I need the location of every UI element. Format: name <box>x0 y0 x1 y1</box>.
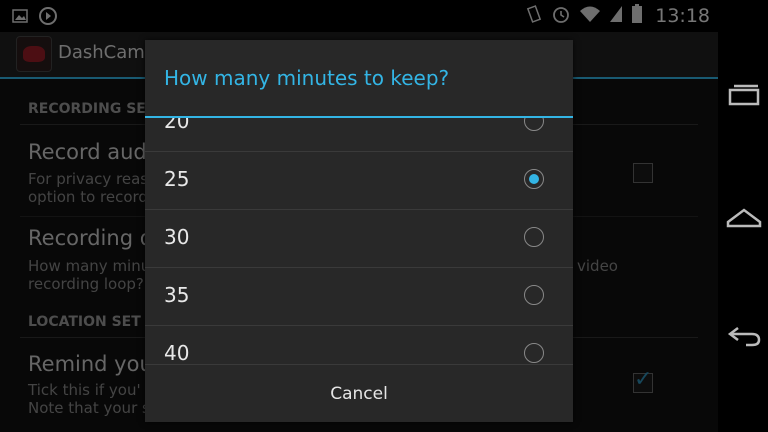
option-row-35[interactable]: 35 <box>145 267 573 325</box>
dialog-title: How many minutes to keep? <box>164 66 450 90</box>
option-row-40[interactable]: 40 <box>145 325 573 364</box>
option-label: 30 <box>164 225 190 249</box>
app-screen: 13:18 DashCam RECORDING SE Record audi F… <box>0 0 718 432</box>
recent-apps-icon <box>728 84 760 106</box>
radio-button[interactable] <box>524 285 544 305</box>
radio-button[interactable] <box>524 118 544 131</box>
home-button[interactable] <box>726 202 762 232</box>
back-icon <box>727 327 761 347</box>
radio-button[interactable] <box>524 343 544 363</box>
option-row-30[interactable]: 30 <box>145 209 573 267</box>
back-button[interactable] <box>726 322 762 352</box>
cancel-button[interactable]: Cancel <box>145 365 573 423</box>
option-label: 20 <box>164 118 190 133</box>
navigation-bar <box>718 0 768 432</box>
option-label: 25 <box>164 167 190 191</box>
option-row-25[interactable]: 25 <box>145 151 573 209</box>
minutes-dialog: How many minutes to keep? 20 25 30 35 40… <box>145 40 573 422</box>
radio-button[interactable] <box>524 227 544 247</box>
option-label: 35 <box>164 283 190 307</box>
home-icon <box>726 208 762 228</box>
options-list[interactable]: 20 25 30 35 40 <box>145 118 573 364</box>
option-label: 40 <box>164 341 190 364</box>
dialog-footer: Cancel <box>145 364 573 423</box>
recent-apps-button[interactable] <box>726 80 762 110</box>
radio-button-selected[interactable] <box>524 169 544 189</box>
option-row-20[interactable]: 20 <box>145 118 573 151</box>
